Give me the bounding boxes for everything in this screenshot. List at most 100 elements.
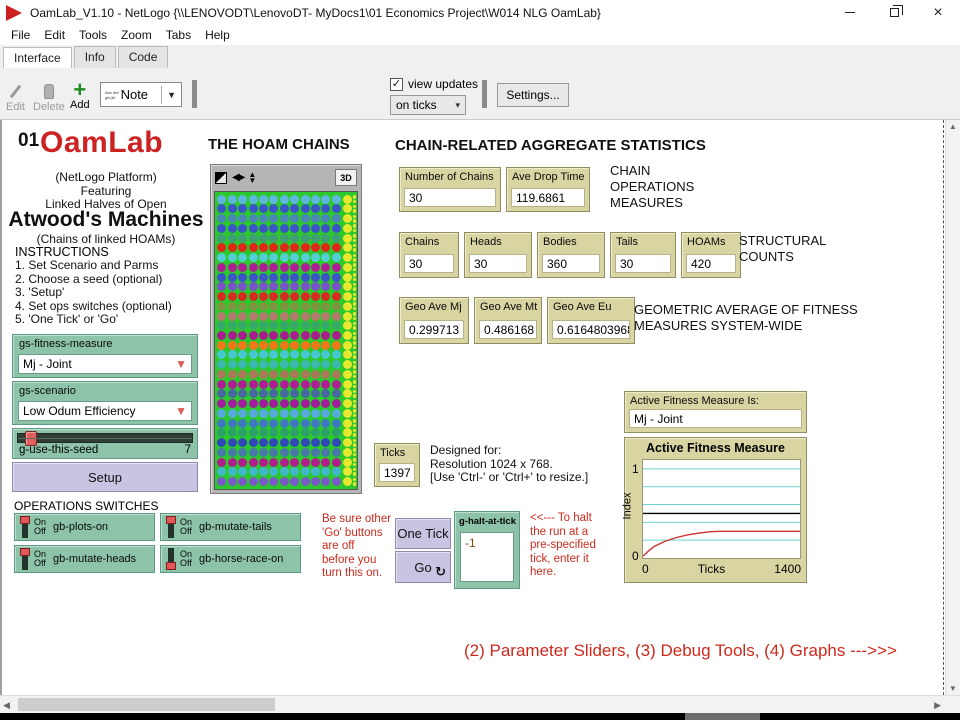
- hoam-dot: [249, 234, 258, 243]
- hoam-dot: [217, 302, 226, 311]
- restore-button[interactable]: [872, 0, 916, 25]
- hoam-dot: [238, 360, 247, 369]
- title-bar: OamLab_V1.10 - NetLogo {\\LENOVODT\Lenov…: [0, 0, 960, 25]
- hoam-dot: [321, 195, 330, 204]
- vertical-arrows-icon[interactable]: ▲▼: [248, 172, 256, 184]
- chooser-value-box[interactable]: Low Odum Efficiency ▼: [18, 401, 192, 421]
- edit-pencil-icon: [10, 85, 22, 99]
- x-tick-0: 0: [642, 562, 649, 576]
- tab-code[interactable]: Code: [118, 46, 169, 68]
- hoam-dot: [249, 331, 258, 340]
- hoam-dot: [249, 438, 258, 447]
- horizontal-arrows-icon[interactable]: ◀▶: [232, 172, 243, 183]
- horizontal-scrollbar[interactable]: ◀ ▶: [0, 695, 960, 713]
- menu-item-edit[interactable]: Edit: [37, 26, 72, 44]
- chain-head-glyph: [353, 380, 357, 388]
- switch-on-off-labels: OnOff: [180, 518, 192, 536]
- chooser-value-box[interactable]: Mj - Joint ▼: [18, 354, 192, 374]
- world-view-widget: ◀▶ ▲▼ 3D: [210, 164, 362, 494]
- hoam-dot: [280, 282, 289, 291]
- hoam-dot: [217, 341, 226, 350]
- scroll-up-icon[interactable]: ▲: [946, 122, 960, 131]
- chooser-gs-scenario[interactable]: gs-scenario Low Odum Efficiency ▼: [12, 381, 198, 425]
- view-3d-button[interactable]: 3D: [335, 169, 357, 186]
- delete-button[interactable]: Delete: [33, 81, 65, 113]
- toolbar-separator: [192, 80, 197, 108]
- world-canvas[interactable]: [214, 191, 358, 490]
- menu-item-tools[interactable]: Tools: [72, 26, 114, 44]
- hoam-dot: [238, 419, 247, 428]
- hoam-dot: [332, 458, 341, 467]
- hoam-dot: [238, 273, 247, 282]
- menu-item-tabs[interactable]: Tabs: [159, 26, 198, 44]
- menu-item-help[interactable]: Help: [198, 26, 237, 44]
- hoam-dot: [301, 195, 310, 204]
- view-updates-checkbox[interactable]: ✓: [390, 78, 403, 91]
- slider-g-use-this-seed[interactable]: g-use-this-seed 7: [12, 428, 198, 459]
- switch-gb-horse-race-on[interactable]: OnOffgb-horse-race-on: [160, 545, 301, 573]
- hoam-dot: [332, 341, 341, 350]
- monitor-value: 420: [686, 254, 736, 273]
- close-button[interactable]: ×: [916, 0, 960, 25]
- menu-item-zoom[interactable]: Zoom: [114, 26, 159, 44]
- tab-info[interactable]: Info: [74, 46, 116, 68]
- hoam-dot: [269, 273, 278, 282]
- hoam-dot: [249, 214, 258, 223]
- hoam-dot: [259, 234, 268, 243]
- monitor-value: 30: [404, 188, 496, 207]
- horizontal-scroll-thumb[interactable]: [18, 698, 275, 711]
- setup-button[interactable]: Setup: [12, 462, 198, 492]
- one-tick-button[interactable]: One Tick: [395, 518, 451, 549]
- hoam-dot: [311, 448, 320, 457]
- edit-button[interactable]: Edit: [6, 81, 25, 113]
- hoam-dot: [301, 350, 310, 359]
- chain-row: [216, 438, 356, 447]
- hoam-dot: [301, 214, 310, 223]
- chain-head-glyph: [353, 468, 357, 476]
- switch-toggle-icon[interactable]: [20, 548, 30, 570]
- hoam-dot: [311, 350, 320, 359]
- monitor-label: Chains: [400, 233, 458, 248]
- chain-terminal-dot: [343, 448, 352, 457]
- menu-item-file[interactable]: File: [4, 26, 37, 44]
- halt-at-tick-field[interactable]: -1: [460, 532, 514, 582]
- switch-toggle-icon[interactable]: [20, 516, 30, 538]
- hoam-dot: [228, 448, 237, 457]
- tab-interface[interactable]: Interface: [3, 47, 72, 69]
- caption-chain-operations: CHAINOPERATIONSMEASURES: [610, 163, 694, 211]
- switch-name: gb-mutate-heads: [53, 553, 136, 565]
- hoam-dot: [249, 243, 258, 252]
- switch-gb-mutate-tails[interactable]: OnOffgb-mutate-tails: [160, 513, 301, 541]
- widget-type-value: Note: [121, 87, 162, 102]
- hoam-dot: [321, 341, 330, 350]
- slider-track[interactable]: [17, 433, 193, 443]
- switch-toggle-icon[interactable]: [166, 516, 176, 538]
- vertical-scrollbar[interactable]: ▲ ▼: [945, 120, 960, 695]
- switch-gb-plots-on[interactable]: OnOffgb-plots-on: [14, 513, 155, 541]
- update-mode-select[interactable]: on ticks ▾: [390, 95, 466, 115]
- hoam-dot: [332, 282, 341, 291]
- hoam-dot: [280, 380, 289, 389]
- minimize-button[interactable]: [828, 0, 872, 25]
- scroll-down-icon[interactable]: ▼: [946, 684, 960, 693]
- hoam-dot: [228, 331, 237, 340]
- edit-label: Edit: [6, 101, 25, 113]
- switch-gb-mutate-heads[interactable]: OnOffgb-mutate-heads: [14, 545, 155, 573]
- hoam-dot: [332, 360, 341, 369]
- hoam-dot: [249, 282, 258, 291]
- add-button[interactable]: + Add: [70, 80, 90, 111]
- scroll-right-icon[interactable]: ▶: [934, 700, 941, 711]
- hoam-dot: [269, 399, 278, 408]
- scroll-left-icon[interactable]: ◀: [3, 700, 10, 711]
- widget-type-combo[interactable]: Abc def ghi jkl Note ▼: [100, 82, 182, 107]
- go-label: Go: [414, 560, 431, 575]
- switch-toggle-icon[interactable]: [166, 548, 176, 570]
- resize-view-icon[interactable]: [215, 172, 227, 184]
- go-button[interactable]: Go ↻: [395, 551, 451, 583]
- chooser-gs-fitness-measure[interactable]: gs-fitness-measure Mj - Joint ▼: [12, 334, 198, 378]
- hoam-dot: [228, 419, 237, 428]
- hoam-dot: [249, 350, 258, 359]
- hoam-dot: [301, 399, 310, 408]
- chain-row: [216, 370, 356, 379]
- settings-button[interactable]: Settings...: [497, 83, 569, 107]
